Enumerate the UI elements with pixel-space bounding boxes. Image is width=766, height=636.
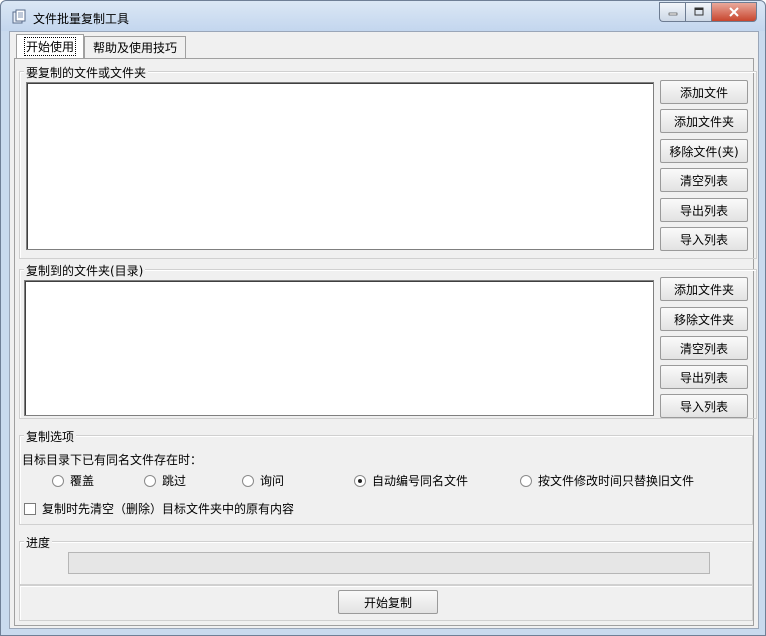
tab-start[interactable]: 开始使用 bbox=[16, 34, 85, 58]
dest-clear-list-button[interactable]: 清空列表 bbox=[660, 336, 748, 360]
progress-group-label: 进度 bbox=[24, 534, 53, 551]
source-list[interactable] bbox=[26, 82, 654, 250]
radio-ask-label: 询问 bbox=[260, 474, 285, 488]
start-copy-button[interactable]: 开始复制 bbox=[338, 590, 438, 614]
window-controls bbox=[659, 2, 757, 22]
clear-list-button[interactable]: 清空列表 bbox=[660, 168, 748, 192]
dest-export-list-button[interactable]: 导出列表 bbox=[660, 365, 748, 389]
radio-ask-dot[interactable] bbox=[242, 474, 254, 487]
dest-add-folder-button[interactable]: 添加文件夹 bbox=[660, 277, 748, 301]
dest-list[interactable] bbox=[24, 280, 654, 416]
minimize-icon bbox=[668, 12, 677, 16]
import-list-button[interactable]: 导入列表 bbox=[660, 227, 748, 251]
progress-group: 进度 bbox=[19, 534, 753, 585]
radio-overwrite-label: 覆盖 bbox=[70, 474, 95, 488]
main-window: 文件批量复制工具 开始使用 帮助及使用技巧 要复制的文件或文件夹 添加文件 添加… bbox=[0, 0, 766, 636]
title-bar[interactable]: 文件批量复制工具 bbox=[1, 1, 765, 31]
options-group: 复制选项 目标目录下已有同名文件存在时： 覆盖 跳过 询问 自动编号同名文件 按… bbox=[19, 428, 753, 525]
radio-replace-older-dot[interactable] bbox=[520, 474, 532, 487]
conflict-prompt: 目标目录下已有同名文件存在时： bbox=[22, 453, 203, 467]
dest-remove-folder-button[interactable]: 移除文件夹 bbox=[660, 307, 748, 331]
minimize-button[interactable] bbox=[659, 2, 685, 22]
close-icon bbox=[729, 7, 739, 17]
tab-panel-start: 要复制的文件或文件夹 添加文件 添加文件夹 移除文件(夹) 清空列表 导出列表 … bbox=[14, 58, 757, 626]
radio-replace-older-label: 按文件修改时间只替换旧文件 bbox=[538, 474, 695, 488]
progress-bar bbox=[68, 552, 710, 574]
radio-auto-number-label: 自动编号同名文件 bbox=[372, 474, 469, 488]
add-file-button[interactable]: 添加文件 bbox=[660, 80, 748, 104]
dest-import-list-button[interactable]: 导入列表 bbox=[660, 394, 748, 418]
app-icon bbox=[12, 9, 26, 24]
radio-skip-label: 跳过 bbox=[162, 474, 187, 488]
radio-overwrite-dot[interactable] bbox=[52, 474, 64, 487]
remove-item-button[interactable]: 移除文件(夹) bbox=[660, 139, 748, 163]
add-folder-button[interactable]: 添加文件夹 bbox=[660, 109, 748, 133]
maximize-icon bbox=[694, 7, 703, 16]
maximize-button[interactable] bbox=[685, 2, 711, 22]
tab-help[interactable]: 帮助及使用技巧 bbox=[84, 36, 187, 58]
radio-auto-number[interactable]: 自动编号同名文件 bbox=[354, 472, 468, 489]
source-group: 要复制的文件或文件夹 添加文件 添加文件夹 移除文件(夹) 清空列表 导出列表 … bbox=[19, 64, 757, 259]
tab-start-label: 开始使用 bbox=[23, 37, 77, 56]
tab-strip: 开始使用 帮助及使用技巧 bbox=[16, 34, 187, 58]
tab-help-label: 帮助及使用技巧 bbox=[93, 41, 178, 55]
dest-group: 复制到的文件夹(目录) 添加文件夹 移除文件夹 清空列表 导出列表 导入列表 bbox=[19, 262, 757, 419]
close-button[interactable] bbox=[711, 2, 757, 22]
dest-group-label: 复制到的文件夹(目录) bbox=[24, 262, 146, 279]
radio-overwrite[interactable]: 覆盖 bbox=[52, 472, 94, 489]
radio-ask[interactable]: 询问 bbox=[242, 472, 284, 489]
export-list-button[interactable]: 导出列表 bbox=[660, 198, 748, 222]
radio-skip-dot[interactable] bbox=[144, 474, 156, 487]
options-group-label: 复制选项 bbox=[24, 428, 77, 445]
clear-target-checkbox-box[interactable] bbox=[24, 502, 36, 515]
radio-replace-older[interactable]: 按文件修改时间只替换旧文件 bbox=[520, 472, 694, 489]
clear-target-checkbox-label: 复制时先清空（删除）目标文件夹中的原有内容 bbox=[42, 502, 295, 516]
radio-auto-number-dot[interactable] bbox=[354, 474, 366, 487]
client-area: 开始使用 帮助及使用技巧 要复制的文件或文件夹 添加文件 添加文件夹 移除文件(… bbox=[9, 31, 759, 629]
source-group-label: 要复制的文件或文件夹 bbox=[24, 64, 149, 81]
clear-target-checkbox[interactable]: 复制时先清空（删除）目标文件夹中的原有内容 bbox=[24, 500, 294, 517]
window-title: 文件批量复制工具 bbox=[33, 12, 130, 26]
bottom-bar: 开始复制 bbox=[19, 585, 753, 621]
radio-skip[interactable]: 跳过 bbox=[144, 472, 186, 489]
